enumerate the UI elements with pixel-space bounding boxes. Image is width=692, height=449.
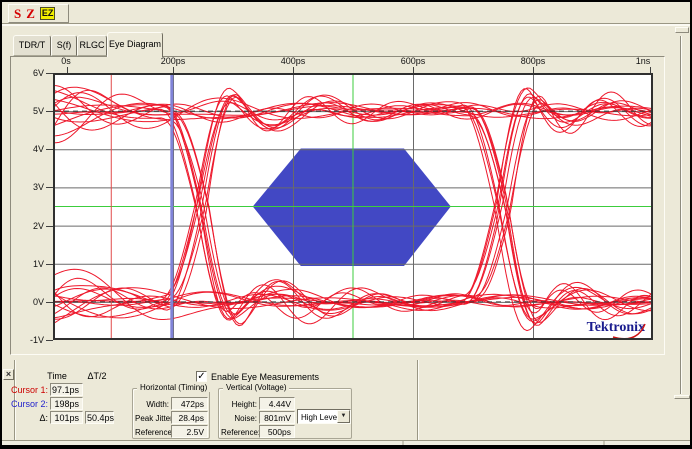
close-panel-button[interactable]: × (3, 369, 14, 380)
y-tick-label: 6V (16, 68, 44, 78)
y-tick-mark (46, 187, 53, 188)
vertical-splitter[interactable] (680, 36, 682, 394)
enable-eye-measurements-label: Enable Eye Measurements (211, 372, 319, 382)
eye-height-field[interactable]: 4.44V (259, 397, 295, 410)
x-tick-label: 200ps (148, 56, 198, 66)
y-tick-mark (46, 226, 53, 227)
width-label: Width: (135, 400, 169, 409)
tab-rlgc[interactable]: RLGC (77, 35, 107, 56)
status-bar-divider (603, 441, 605, 445)
tab-tdr-t[interactable]: TDR/T (13, 35, 51, 56)
y-tick-label: -1V (16, 335, 44, 345)
y-tick-label: 0V (16, 297, 44, 307)
enable-eye-measurements-checkbox[interactable]: ✓ (196, 371, 207, 382)
time-column-header: Time (40, 371, 74, 381)
noise-field[interactable]: 801mV (259, 411, 295, 424)
y-tick-mark (46, 111, 53, 112)
check-icon: ✓ (197, 371, 205, 382)
cursor-1-time-field[interactable]: 97.1ps (50, 383, 83, 396)
s-parameter-logo-icon[interactable]: S (14, 7, 21, 20)
delta-label: Δ: (6, 413, 48, 423)
splitter-end-grip-icon[interactable] (674, 395, 690, 399)
z-line-logo-icon[interactable]: Z (26, 7, 35, 20)
toolbar-logo-group: S Z EZ (8, 4, 69, 23)
horizontal-timing-group-title: Horizontal (Timing) (137, 383, 210, 392)
delta-t-half-field[interactable]: 50.4ps (85, 411, 114, 424)
noise-level-dropdown[interactable]: High Level ▼ (297, 409, 351, 424)
ez-logo-icon[interactable]: EZ (40, 7, 56, 20)
x-tick-label: 0s (41, 56, 91, 66)
x-tick-label: 800ps (508, 56, 558, 66)
eye-width-field[interactable]: 472ps (171, 397, 208, 410)
x-tick-label: 600ps (388, 56, 438, 66)
voltage-reference-field[interactable]: 500ps (259, 425, 295, 438)
eye-diagram-plot[interactable]: Tektronix (53, 73, 653, 340)
y-tick-mark (46, 73, 53, 74)
timing-reference-field[interactable]: 2.5V (171, 425, 208, 438)
y-tick-mark (46, 302, 53, 303)
tab-s-f[interactable]: S(f) (51, 35, 77, 56)
timing-reference-label: Reference: (135, 428, 169, 437)
splitter-grip-icon[interactable] (675, 27, 689, 33)
delta-time-field[interactable]: 101ps (50, 411, 83, 424)
y-tick-label: 1V (16, 259, 44, 269)
peak-jitter-field[interactable]: 28.4ps (171, 411, 208, 424)
status-bar-divider (402, 441, 404, 445)
horizontal-timing-group: Horizontal (Timing) Width: 472ps Peak Ji… (132, 388, 210, 439)
eye-mask-polygon[interactable] (253, 149, 451, 267)
toolbar-separator (2, 23, 690, 26)
y-tick-label: 5V (16, 106, 44, 116)
cursor-2-label: Cursor 2: (6, 399, 48, 409)
voltage-reference-label: Reference: (221, 428, 257, 437)
cursor-2-time-field[interactable]: 198ps (50, 397, 83, 410)
y-tick-mark (46, 149, 53, 150)
x-tick-label: 1ns (618, 56, 668, 66)
tektronix-logo: Tektronix (587, 320, 645, 335)
delta-t-half-column-header: ΔT/2 (80, 371, 114, 381)
app-window: S Z EZ TDR/T S(f) RLGC Eye Diagram 0s 200… (0, 0, 692, 449)
peak-jitter-label: Peak Jitter: (135, 414, 169, 423)
noise-label: Noise: (221, 414, 257, 423)
chevron-down-icon[interactable]: ▼ (337, 410, 350, 423)
y-tick-label: 3V (16, 182, 44, 192)
y-tick-label: 2V (16, 221, 44, 231)
vertical-voltage-group-title: Vertical (Voltage) (223, 383, 289, 392)
tab-eye-diagram[interactable]: Eye Diagram (107, 32, 163, 57)
panel-right-divider (417, 360, 419, 440)
noise-level-dropdown-value: High Level (301, 413, 339, 422)
status-bar (2, 440, 690, 445)
height-label: Height: (221, 400, 257, 409)
y-tick-label: 4V (16, 144, 44, 154)
cursor-1-label: Cursor 1: (6, 385, 48, 395)
y-tick-mark (46, 264, 53, 265)
y-tick-mark (46, 340, 53, 341)
x-tick-label: 400ps (268, 56, 318, 66)
